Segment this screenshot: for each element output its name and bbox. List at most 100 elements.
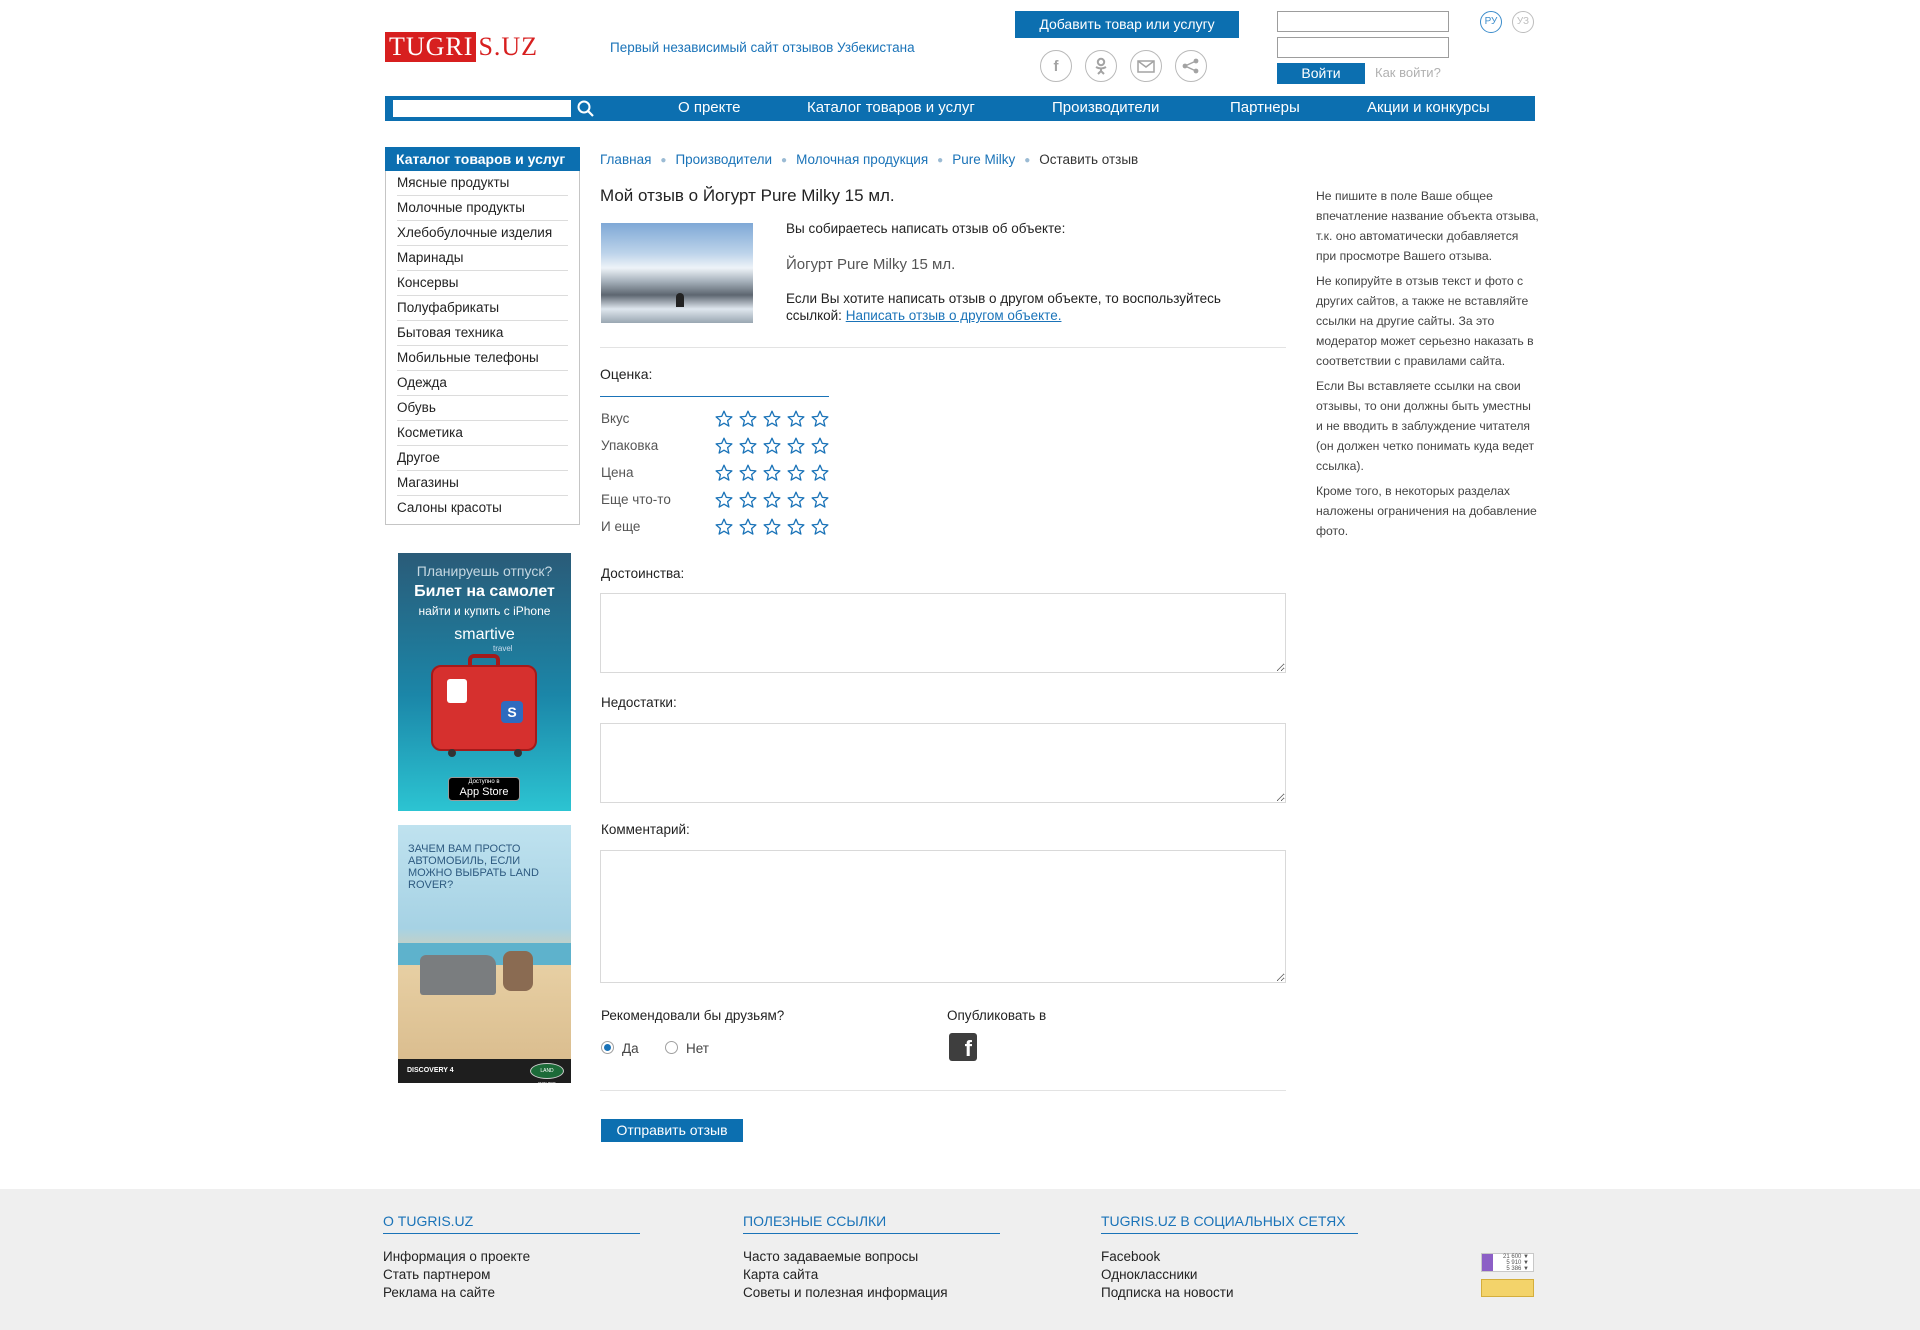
sidebar-item-other[interactable]: Другое <box>397 446 568 471</box>
star-icon[interactable] <box>715 464 733 482</box>
sidebar-item-marinades[interactable]: Маринады <box>397 246 568 271</box>
sidebar-item-semi-finished[interactable]: Полуфабрикаты <box>397 296 568 321</box>
star-icon[interactable] <box>787 518 805 536</box>
login-field[interactable] <box>1277 11 1449 32</box>
star-icon[interactable] <box>763 437 781 455</box>
star-icon[interactable] <box>763 491 781 509</box>
star-rating <box>715 491 829 509</box>
star-icon[interactable] <box>715 437 733 455</box>
footer-link[interactable]: Часто задаваемые вопросы <box>743 1248 1000 1266</box>
star-icon[interactable] <box>763 464 781 482</box>
footer-link[interactable]: Одноклассники <box>1101 1266 1358 1284</box>
sidebar-item-appliances[interactable]: Бытовая техника <box>397 321 568 346</box>
mail-icon[interactable] <box>1130 50 1162 82</box>
tip-text: Не пишите в поле Ваше общее впечатление … <box>1316 189 1539 263</box>
star-icon[interactable] <box>739 437 757 455</box>
footer-link[interactable]: Подписка на новости <box>1101 1284 1358 1302</box>
nav-item-promotions[interactable]: Акции и конкурсы <box>1367 98 1490 118</box>
star-icon[interactable] <box>739 410 757 428</box>
star-icon[interactable] <box>787 491 805 509</box>
comment-textarea[interactable] <box>600 850 1286 983</box>
nav-item-partners[interactable]: Партнеры <box>1230 98 1300 118</box>
star-icon[interactable] <box>787 437 805 455</box>
sidebar-item-shops[interactable]: Магазины <box>397 471 568 496</box>
sidebar-item-dairy[interactable]: Молочные продукты <box>397 196 568 221</box>
odnoklassniki-icon[interactable] <box>1085 50 1117 82</box>
star-icon[interactable] <box>763 410 781 428</box>
lang-uz-button[interactable]: УЗ <box>1512 11 1534 33</box>
sidebar-item-canned[interactable]: Консервы <box>397 271 568 296</box>
login-button[interactable]: Войти <box>1277 63 1365 84</box>
facebook-publish-icon[interactable]: f <box>949 1033 977 1061</box>
footer-link[interactable]: Реклама на сайте <box>383 1284 640 1302</box>
breadcrumb-brand[interactable]: Pure Milky <box>952 152 1015 170</box>
pros-textarea[interactable] <box>600 593 1286 673</box>
nav-item-manufacturers[interactable]: Производители <box>1052 98 1159 118</box>
star-icon[interactable] <box>811 410 829 428</box>
sidebar-item-beauty-salons[interactable]: Салоны красоты <box>397 496 568 521</box>
footer-heading: TUGRIS.UZ В СОЦИАЛЬНЫХ СЕТЯХ <box>1101 1213 1358 1234</box>
star-icon[interactable] <box>811 491 829 509</box>
pros-label: Достоинства: <box>601 566 685 581</box>
star-icon[interactable] <box>787 464 805 482</box>
footer-col-about: О TUGRIS.UZ Информация о проекте Стать п… <box>383 1213 640 1302</box>
how-to-login-link[interactable]: Как войти? <box>1375 65 1441 80</box>
breadcrumb-home[interactable]: Главная <box>600 152 651 170</box>
add-product-button[interactable]: Добавить товар или услугу <box>1015 11 1239 38</box>
breadcrumb-manufacturers[interactable]: Производители <box>675 152 772 170</box>
rating-counter-badge[interactable] <box>1481 1279 1534 1297</box>
star-icon[interactable] <box>811 437 829 455</box>
footer-link[interactable]: Советы и полезная информация <box>743 1284 1000 1302</box>
facebook-icon[interactable]: f <box>1040 50 1072 82</box>
star-icon[interactable] <box>739 464 757 482</box>
star-icon[interactable] <box>739 518 757 536</box>
share-icon[interactable] <box>1175 50 1207 82</box>
breadcrumb-current: Оставить отзыв <box>1039 152 1139 167</box>
star-rating <box>715 518 829 536</box>
cons-textarea[interactable] <box>600 723 1286 803</box>
nav-item-catalog[interactable]: Каталог товаров и услуг <box>807 98 975 118</box>
comment-label: Комментарий: <box>601 822 690 837</box>
star-icon[interactable] <box>739 491 757 509</box>
recommend-no-label[interactable]: Нет <box>686 1041 709 1056</box>
footer-col-social: TUGRIS.UZ В СОЦИАЛЬНЫХ СЕТЯХ Facebook Од… <box>1101 1213 1358 1302</box>
land-rover-logo: LAND ROVER <box>530 1063 564 1083</box>
footer-link[interactable]: Стать партнером <box>383 1266 640 1284</box>
footer-link[interactable]: Информация о проекте <box>383 1248 640 1266</box>
breadcrumb-dairy[interactable]: Молочная продукция <box>796 152 928 170</box>
submit-review-button[interactable]: Отправить отзыв <box>601 1119 743 1142</box>
star-icon[interactable] <box>715 410 733 428</box>
footer-link[interactable]: Facebook <box>1101 1248 1358 1266</box>
nav-item-about[interactable]: О пректе <box>678 98 740 118</box>
sidebar-item-clothes[interactable]: Одежда <box>397 371 568 396</box>
star-icon[interactable] <box>715 491 733 509</box>
footer-link[interactable]: Карта сайта <box>743 1266 1000 1284</box>
sidebar-item-bakery[interactable]: Хлебобулочные изделия <box>397 221 568 246</box>
star-icon[interactable] <box>715 518 733 536</box>
land-rover-ad-banner[interactable]: ЗАЧЕМ ВАМ ПРОСТО АВТОМОБИЛЬ, ЕСЛИ МОЖНО … <box>398 825 571 1083</box>
other-object-link[interactable]: Написать отзыв о другом объекте. <box>846 308 1062 323</box>
star-icon[interactable] <box>811 464 829 482</box>
criterion-label: Вкус <box>601 411 630 426</box>
footer-col-useful: ПОЛЕЗНЫЕ ССЫЛКИ Часто задаваемые вопросы… <box>743 1213 1000 1302</box>
star-icon[interactable] <box>811 518 829 536</box>
social-share-icons: f <box>1040 50 1207 82</box>
sidebar-item-shoes[interactable]: Обувь <box>397 396 568 421</box>
recommend-yes-label[interactable]: Да <box>622 1041 639 1056</box>
sidebar-item-meat[interactable]: Мясные продукты <box>397 171 568 196</box>
cons-label: Недостатки: <box>601 695 677 710</box>
travel-ad-banner[interactable]: Планируешь отпуск? Билет на самолет найт… <box>398 553 571 811</box>
sidebar-item-cosmetics[interactable]: Косметика <box>397 421 568 446</box>
visitor-counter[interactable]: 21 600 ▼ 5 910 ▼ 5 386 ▼ <box>1481 1253 1534 1272</box>
star-icon[interactable] <box>763 518 781 536</box>
site-logo[interactable]: TUGRI S.UZ <box>385 32 538 62</box>
rating-underline <box>600 396 829 397</box>
lang-ru-button[interactable]: РУ <box>1480 11 1502 33</box>
sidebar-item-phones[interactable]: Мобильные телефоны <box>397 346 568 371</box>
search-input[interactable] <box>393 100 571 117</box>
recommend-yes-radio[interactable] <box>601 1041 614 1054</box>
recommend-no-radio[interactable] <box>665 1041 678 1054</box>
star-icon[interactable] <box>787 410 805 428</box>
password-field[interactable] <box>1277 37 1449 58</box>
search-icon[interactable] <box>576 99 596 119</box>
